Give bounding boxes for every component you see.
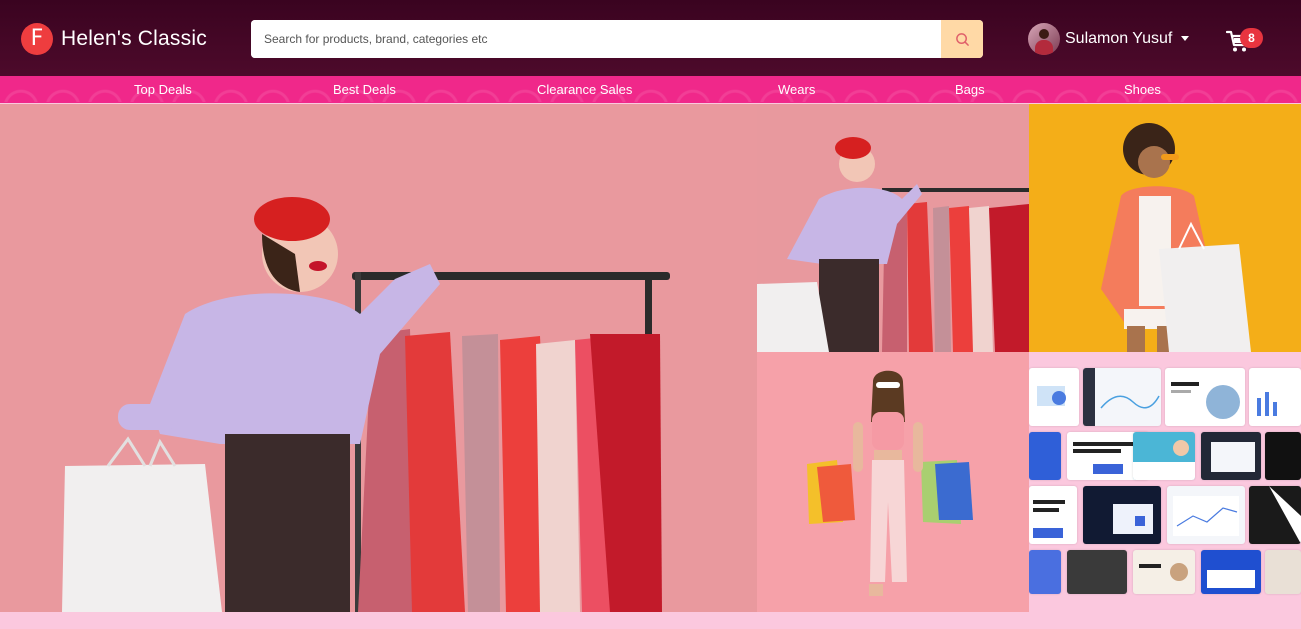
gallery-image-rack-small[interactable] — [757, 104, 1029, 352]
thumbnail — [1133, 550, 1195, 594]
brand-link[interactable]: F Helen's Classic — [21, 23, 207, 55]
thumbnail — [1133, 432, 1195, 480]
thumbnail — [1201, 550, 1261, 594]
thumb-art — [1171, 382, 1240, 419]
search-bar — [251, 20, 983, 58]
user-name: Sulamon Yusuf — [1065, 29, 1173, 47]
yellow-shopper-illustration — [1029, 104, 1301, 352]
thumb-art — [1211, 442, 1255, 472]
thumbnail — [1029, 432, 1061, 480]
thumbnail — [1167, 486, 1245, 544]
hero-illustration — [0, 104, 757, 612]
user-menu[interactable]: Sulamon Yusuf — [1028, 22, 1190, 55]
thumbnail — [1165, 368, 1245, 426]
pink-shopper-illustration — [757, 352, 1029, 612]
cart-button[interactable]: 8 — [1226, 28, 1266, 54]
gallery-image-template-collage[interactable] — [1029, 352, 1301, 602]
cart-count-badge: 8 — [1240, 28, 1263, 48]
thumb-art — [1037, 386, 1066, 406]
thumbnail — [1029, 368, 1079, 426]
thumbnail — [1029, 486, 1077, 544]
thumbnail — [1067, 550, 1127, 594]
thumb-art — [1207, 570, 1255, 588]
nav-item-bags[interactable]: Bags — [955, 82, 985, 97]
gallery-image-yellow-shopper[interactable] — [1029, 104, 1301, 352]
thumb-art — [1257, 392, 1277, 416]
thumbnail — [1029, 550, 1061, 594]
brand-logo: F — [21, 23, 53, 55]
thumb-art — [1133, 440, 1195, 480]
nav-item-wears[interactable]: Wears — [778, 82, 815, 97]
thumb-art — [1269, 486, 1301, 544]
caret-down-icon — [1181, 36, 1190, 41]
thumbnail — [1265, 432, 1301, 480]
avatar — [1028, 22, 1060, 55]
thumbnail — [1201, 432, 1261, 480]
thumbnail — [1249, 368, 1301, 426]
thumbnail — [1083, 368, 1161, 426]
search-button[interactable] — [941, 20, 983, 58]
top-header: F Helen's Classic Sulamon Yusuf 8 — [0, 0, 1301, 76]
nav-item-best-deals[interactable]: Best Deals — [333, 82, 396, 97]
thumb-art — [1113, 504, 1153, 534]
rack-illustration — [757, 104, 1029, 352]
thumbnail — [1083, 486, 1161, 544]
thumb-art — [1173, 496, 1239, 536]
nav-item-shoes[interactable]: Shoes — [1124, 82, 1161, 97]
hero-image-clothes-rack[interactable] — [0, 104, 757, 612]
gallery-image-pink-shopper[interactable] — [757, 352, 1029, 612]
nav-item-top-deals[interactable]: Top Deals — [134, 82, 192, 97]
search-icon — [955, 32, 969, 46]
thumb-art — [1033, 500, 1065, 538]
category-nav: Top Deals Best Deals Clearance Sales Wea… — [0, 76, 1301, 103]
thumb-art — [1083, 368, 1160, 426]
brand-name: Helen's Classic — [61, 27, 207, 50]
thumb-art — [1139, 563, 1188, 581]
thumbnail — [1249, 486, 1301, 544]
search-input[interactable] — [251, 20, 941, 58]
nav-item-clearance-sales[interactable]: Clearance Sales — [537, 82, 632, 97]
thumbnail — [1265, 550, 1301, 594]
